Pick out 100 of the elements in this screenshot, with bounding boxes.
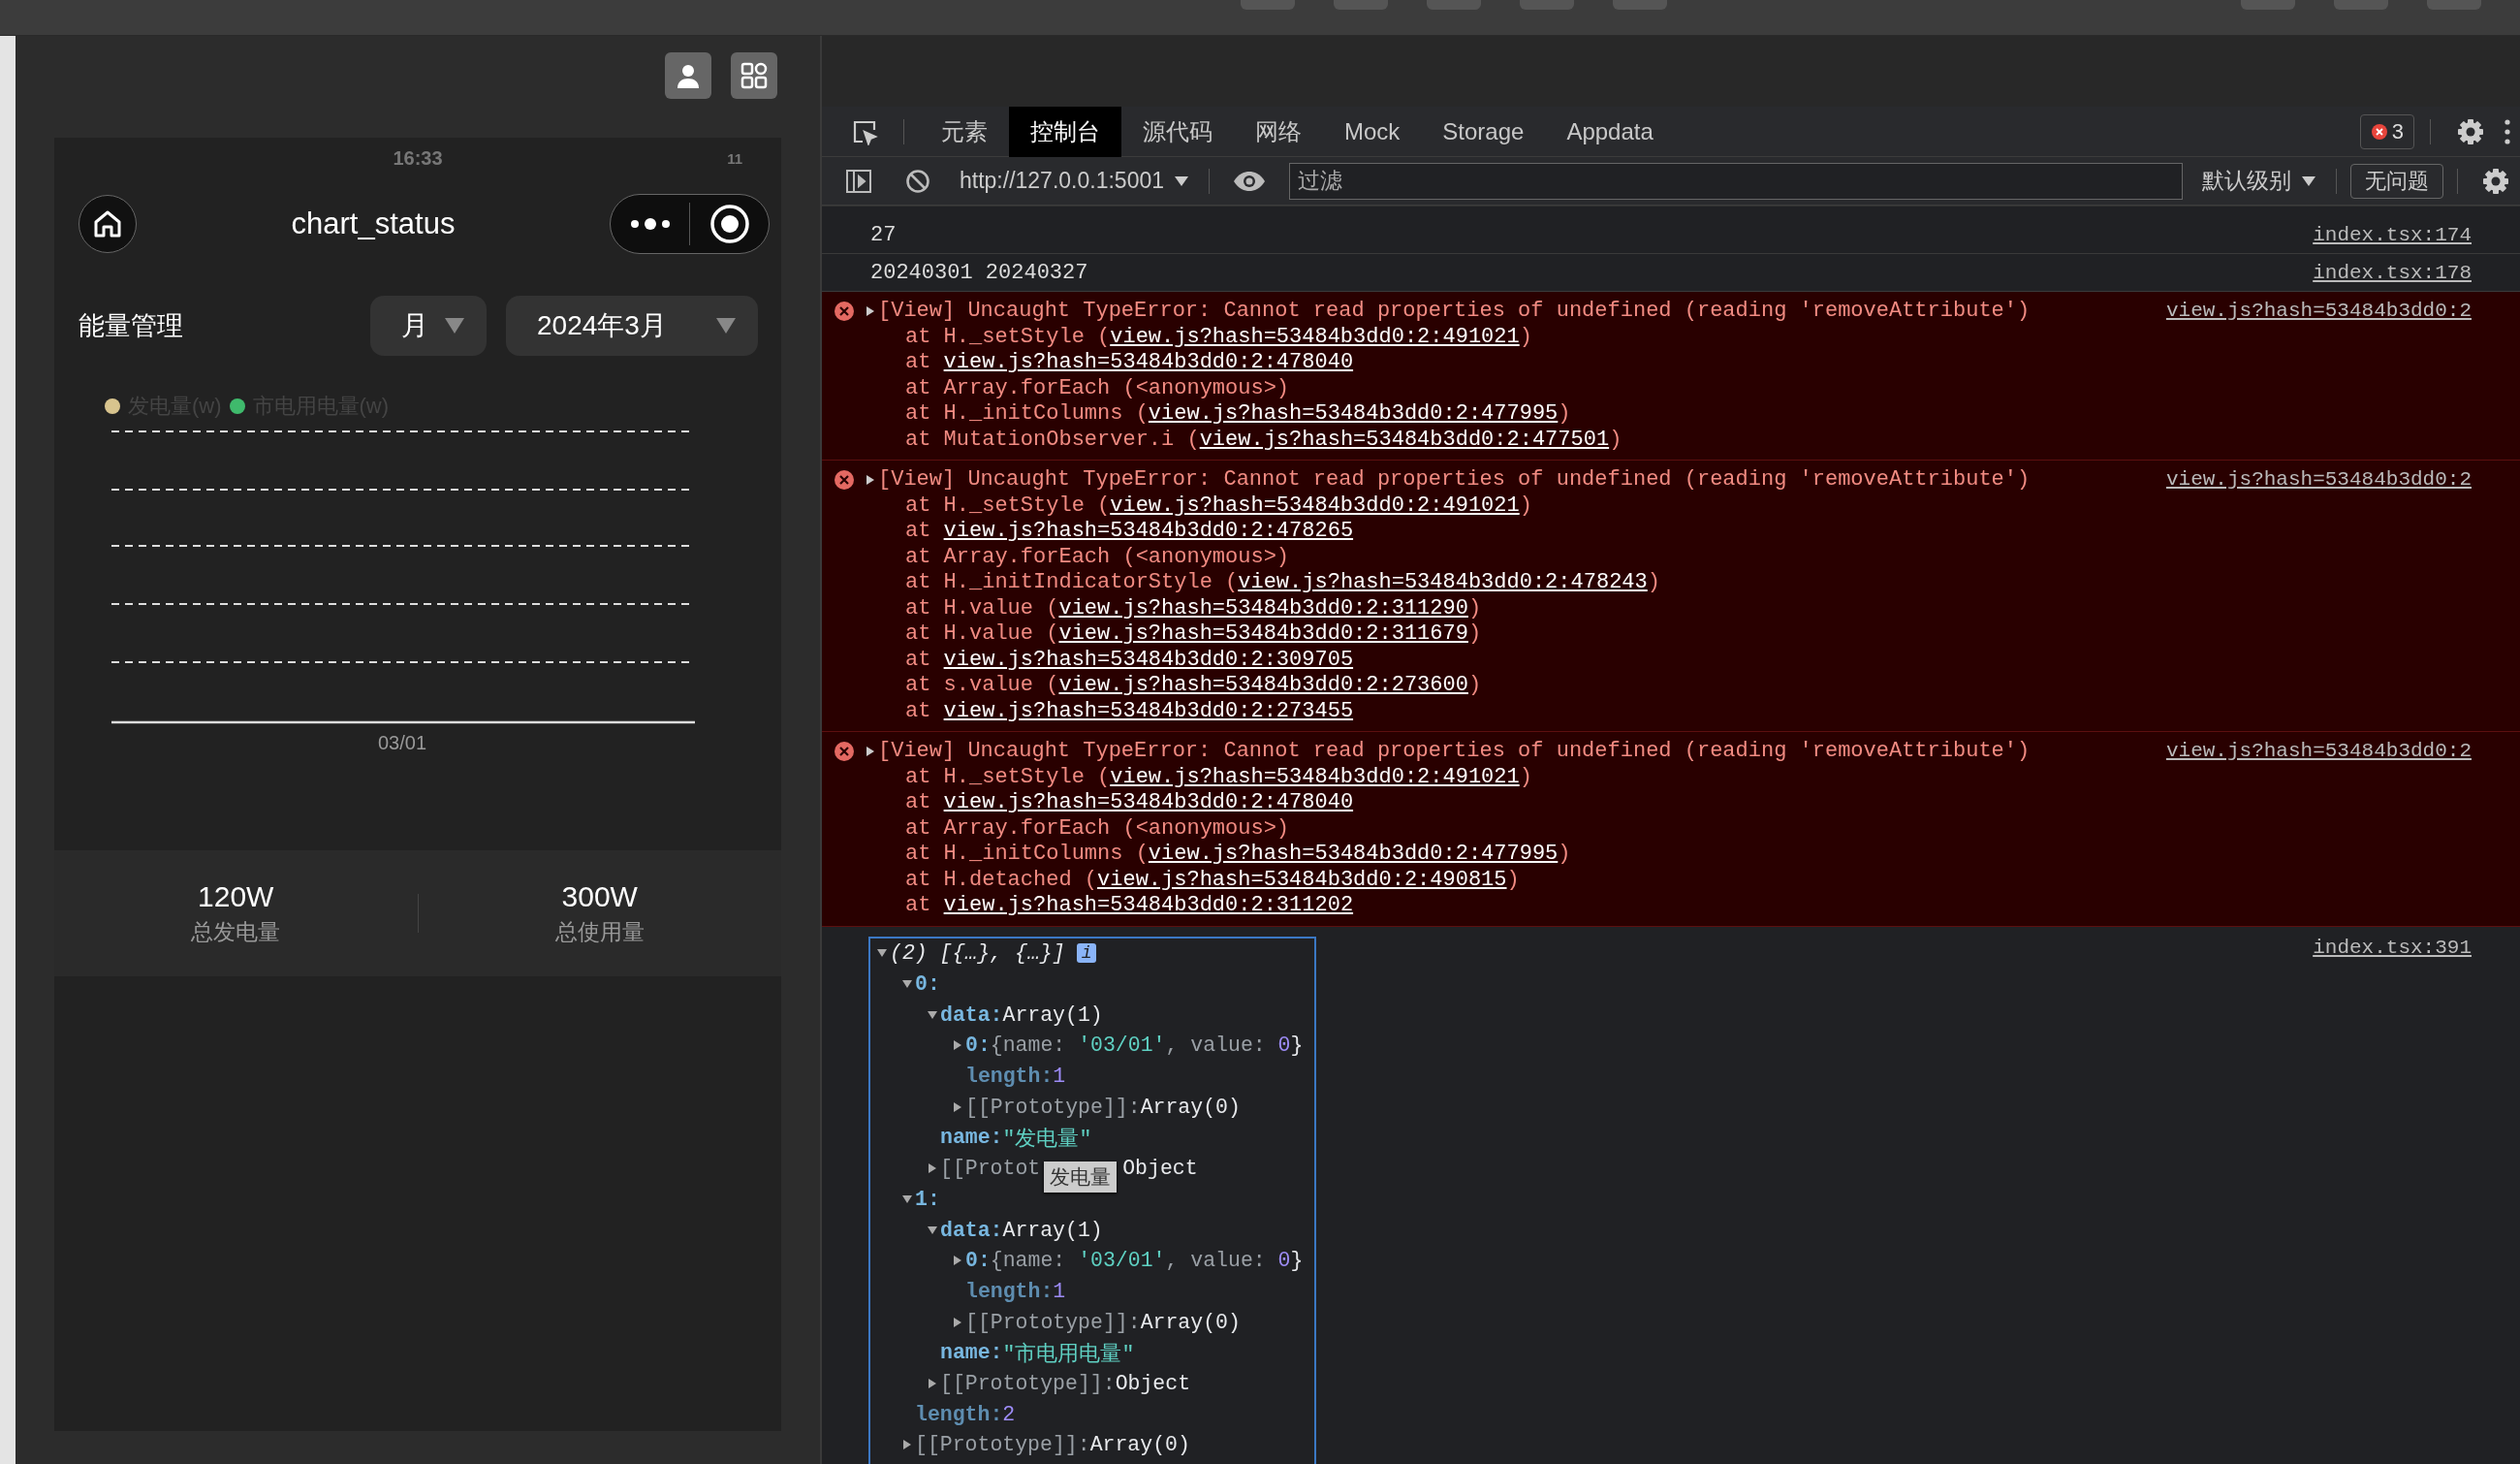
property-key: 0: — [915, 972, 940, 997]
caret-icon[interactable] — [927, 1377, 938, 1389]
source-link[interactable]: view.js?hash=53484b3dd0:2 — [2165, 739, 2472, 919]
status-indicator: 11 — [727, 150, 742, 167]
property-value: } — [1290, 1034, 1304, 1058]
source-link[interactable]: index.tsx:391 — [2313, 936, 2472, 1464]
caret-icon[interactable] — [952, 1039, 963, 1052]
property-key: [[Prototype]]: — [940, 1371, 1116, 1395]
grid-button[interactable] — [731, 52, 777, 99]
stack-frame: at view.js?hash=53484b3dd0:2:273455 — [878, 698, 2166, 724]
stack-link[interactable]: view.js?hash=53484b3dd0:2:478265 — [943, 519, 1354, 543]
user-button[interactable] — [665, 52, 711, 99]
month-dropdown[interactable]: 2024年3月 — [506, 296, 758, 356]
property-value: '03/01' — [1078, 1034, 1166, 1058]
caret-icon — [444, 317, 465, 334]
stack-frame: at H._setStyle (view.js?hash=53484b3dd0:2:491021) — [878, 764, 2166, 790]
property-key: length: — [965, 1065, 1054, 1089]
source-link[interactable]: index.tsx:174 — [2313, 223, 2472, 246]
property-value: Array(0) — [1140, 1310, 1241, 1334]
source-link[interactable]: index.tsx:178 — [2313, 261, 2472, 284]
caret-icon — [1174, 175, 1189, 187]
stack-frame: at Array.forEach (<anonymous>) — [878, 815, 2166, 842]
menu-button[interactable] — [2504, 118, 2510, 144]
stack-frame: at view.js?hash=53484b3dd0:2:478265 — [878, 519, 2166, 545]
home-icon — [92, 208, 123, 239]
property-key: name: — [940, 1126, 1003, 1150]
error-message: [View] Uncaught TypeError: Cannot read properties of undefined (reading 'removeAttribute') — [878, 299, 2032, 325]
sidebar-toggle-button[interactable] — [845, 168, 872, 194]
devtools-tab[interactable]: Appdata — [1545, 106, 1675, 157]
property-key: 0: — [965, 1249, 991, 1273]
stack-link[interactable]: view.js?hash=53484b3dd0:2:273455 — [943, 698, 1354, 723]
devtools-tab[interactable]: 源代码 — [1121, 106, 1234, 157]
stack-link[interactable]: view.js?hash=53484b3dd0:2:477501 — [1199, 427, 1610, 452]
caret-icon[interactable] — [865, 305, 876, 317]
caret-icon[interactable] — [952, 1100, 963, 1113]
object-summary: (2) [{…}, {…}] — [890, 941, 1065, 966]
period-dropdown[interactable]: 月 — [370, 296, 487, 356]
stack-link[interactable]: view.js?hash=53484b3dd0:2:311679 — [1058, 621, 1468, 646]
caret-icon[interactable] — [927, 1008, 938, 1021]
source-link[interactable]: view.js?hash=53484b3dd0:2 — [2165, 467, 2472, 724]
property-value: Object — [1122, 1157, 1198, 1181]
caret-icon[interactable] — [865, 746, 876, 757]
caret-icon[interactable] — [952, 1316, 963, 1328]
stack-link[interactable]: view.js?hash=53484b3dd0:2:490815 — [1097, 867, 1507, 892]
stack-link[interactable]: view.js?hash=53484b3dd0:2:478243 — [1238, 570, 1648, 594]
settings-button[interactable] — [2481, 166, 2510, 196]
error-icon — [834, 301, 855, 322]
property-key: [[Protot — [940, 1157, 1041, 1181]
settings-button[interactable] — [2456, 116, 2485, 146]
context-dropdown[interactable]: http://127.0.0.1:5001 — [954, 168, 1195, 194]
stack-link[interactable]: view.js?hash=53484b3dd0:2:477995 — [1148, 401, 1559, 426]
stack-link[interactable]: view.js?hash=53484b3dd0:2:309705 — [943, 647, 1354, 672]
stack-link[interactable]: view.js?hash=53484b3dd0:2:491021 — [1110, 324, 1520, 349]
property-value: 2 — [1002, 1402, 1016, 1426]
stack-link[interactable]: view.js?hash=53484b3dd0:2:477995 — [1148, 842, 1559, 866]
stack-link[interactable]: view.js?hash=53484b3dd0:2:491021 — [1110, 493, 1520, 518]
caret-icon[interactable] — [901, 1439, 913, 1451]
devtools-tab[interactable]: 元素 — [920, 106, 1009, 157]
caret-icon — [2301, 175, 2316, 187]
live-expression-button[interactable] — [1233, 170, 1266, 192]
property-value: Array(0) — [1140, 1095, 1241, 1119]
stack-link[interactable]: view.js?hash=53484b3dd0:2:311202 — [943, 893, 1354, 917]
property-key: length: — [915, 1402, 1003, 1426]
property-value: {name: — [990, 1034, 1067, 1058]
error-icon — [2370, 122, 2388, 141]
stack-frame: at Array.forEach (<anonymous>) — [878, 544, 2166, 570]
devtools-tab[interactable]: 网络 — [1234, 106, 1323, 157]
stack-link[interactable]: view.js?hash=53484b3dd0:2:273600 — [1058, 673, 1468, 697]
issues-button[interactable]: 无问题 — [2350, 163, 2443, 199]
caret-icon[interactable] — [901, 1193, 913, 1205]
caret-icon[interactable] — [865, 474, 876, 486]
property-key: 1: — [915, 1187, 940, 1211]
stack-link[interactable]: view.js?hash=53484b3dd0:2:311290 — [1058, 595, 1468, 621]
source-link[interactable]: view.js?hash=53484b3dd0:2 — [2165, 299, 2472, 453]
stack-frame: at view.js?hash=53484b3dd0:2:478040 — [878, 350, 2166, 376]
clear-button[interactable] — [905, 168, 930, 194]
stack-frame: at s.value (view.js?hash=53484b3dd0:2:273600) — [878, 673, 2166, 699]
property-key: data: — [940, 1218, 1003, 1242]
caret-icon[interactable] — [952, 1255, 963, 1267]
settings-icon — [2456, 116, 2485, 146]
caret-icon[interactable] — [927, 1224, 938, 1236]
stack-link[interactable]: view.js?hash=53484b3dd0:2:491021 — [1110, 764, 1520, 789]
property-key: data: — [940, 1003, 1003, 1027]
stack-frame: at view.js?hash=53484b3dd0:2:478040 — [878, 790, 2166, 816]
stack-link[interactable]: view.js?hash=53484b3dd0:2:478040 — [943, 790, 1354, 814]
property-value: 0 — [1277, 1034, 1291, 1058]
person-icon — [675, 62, 702, 89]
devtools-tab[interactable]: 控制台 — [1009, 106, 1121, 157]
property-value: "市电用电量" — [1002, 1341, 1135, 1367]
stack-link[interactable]: view.js?hash=53484b3dd0:2:478040 — [943, 350, 1354, 374]
block-icon — [905, 168, 930, 194]
filter-input[interactable]: 过滤 — [1289, 162, 2183, 200]
caret-icon[interactable] — [927, 1162, 938, 1175]
level-dropdown[interactable]: 默认级别 — [2196, 166, 2322, 196]
grid-icon — [740, 61, 769, 90]
more-icon — [628, 217, 672, 231]
log-text: 20240301 20240327 — [870, 260, 1088, 285]
devtools-tab[interactable]: Mock — [1323, 106, 1422, 157]
devtools-tab[interactable]: Storage — [1421, 106, 1546, 157]
error-count-badge[interactable]: 3 — [2359, 113, 2414, 149]
